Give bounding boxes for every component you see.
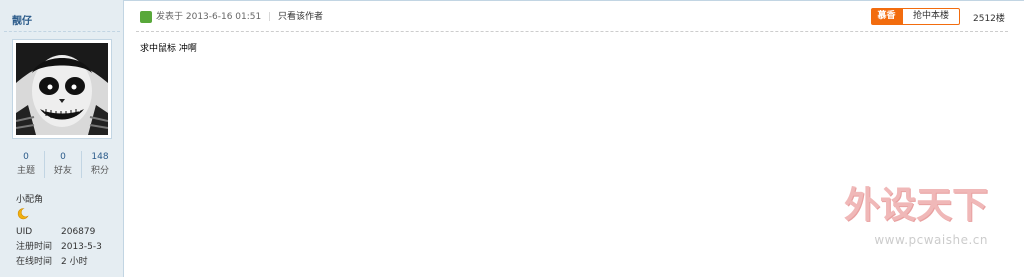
stat-value[interactable]: 0 xyxy=(45,151,81,164)
only-author-link[interactable]: 只看该作者 xyxy=(278,12,323,22)
user-sidebar: 靓仔 0 主题 0 好友 148 积分 小配角 UID 206879 注册时间 … xyxy=(0,0,124,277)
username-link[interactable]: 靓仔 xyxy=(12,12,32,27)
info-value: 206879 xyxy=(61,227,96,237)
info-key: 在线时间 xyxy=(16,257,53,267)
watermark: 外设天下 www.pcwaishe.cn xyxy=(826,186,988,256)
user-info: UID 206879 注册时间 2013-5-3 在线时间 2 小时 xyxy=(16,225,102,270)
avatar[interactable] xyxy=(16,43,108,135)
watermark-title: 外设天下 xyxy=(843,185,988,226)
info-key: 注册时间 xyxy=(16,242,53,252)
info-row-regdate: 注册时间 2013-5-3 xyxy=(16,240,102,255)
grab-floor-button[interactable]: 抢中本楼 xyxy=(902,8,960,25)
info-value: 2013-5-3 xyxy=(61,242,102,252)
post-main: 发表于 2013-6-16 01:51 | 只看该作者 慕香 抢中本楼 2512… xyxy=(124,0,1024,277)
online-status-icon xyxy=(140,11,152,23)
stat-label: 积分 xyxy=(90,166,109,176)
divider xyxy=(4,31,120,32)
moon-icon xyxy=(17,208,29,220)
separator: | xyxy=(268,12,272,22)
user-stats: 0 主题 0 好友 148 积分 xyxy=(8,151,118,178)
user-rank[interactable]: 小配角 xyxy=(16,192,43,205)
stat-label: 好友 xyxy=(53,166,72,176)
post-content: 求中鼠标 冲啊 xyxy=(140,44,197,54)
info-row-uid: UID 206879 xyxy=(16,225,102,240)
info-value: 2 小时 xyxy=(61,257,88,267)
stat-label: 主题 xyxy=(16,166,35,176)
divider xyxy=(136,31,1008,32)
post-time: 发表于 2013-6-16 01:51 xyxy=(156,12,262,22)
stat-value[interactable]: 0 xyxy=(8,151,44,164)
stat-friends[interactable]: 0 好友 xyxy=(45,151,82,178)
badge-button[interactable]: 慕香 xyxy=(871,8,902,25)
stat-threads[interactable]: 0 主题 xyxy=(8,151,45,178)
floor-number[interactable]: 2512楼 xyxy=(973,11,1005,24)
avatar-frame[interactable] xyxy=(12,39,112,139)
stat-points[interactable]: 148 积分 xyxy=(82,151,118,178)
watermark-url: www.pcwaishe.cn xyxy=(874,233,988,247)
stat-value[interactable]: 148 xyxy=(82,151,118,164)
divider xyxy=(124,0,1024,1)
info-row-online: 在线时间 2 小时 xyxy=(16,255,102,270)
post-meta: 发表于 2013-6-16 01:51 | 只看该作者 xyxy=(156,11,323,24)
info-key: UID xyxy=(16,227,33,237)
